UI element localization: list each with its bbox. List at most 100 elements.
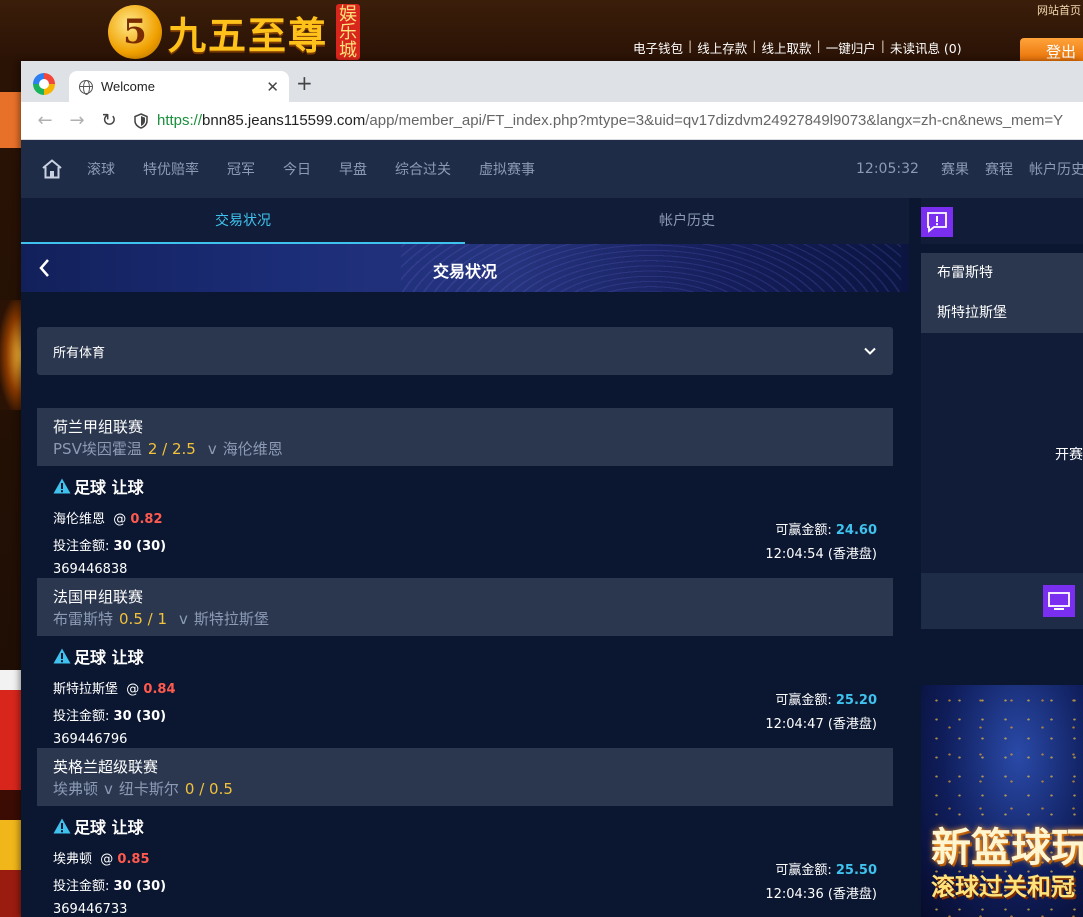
side-decoration [0,300,21,410]
vs-label: v [179,610,188,628]
selection-line: 海伦维恩 @ 0.82 [53,508,877,527]
win-label: 可赢金额: [775,863,832,878]
away-team: 纽卡斯尔 [118,780,179,798]
match-line: PSV埃因霍温 2 / 2.5 v 海伦维恩 [53,438,877,459]
side-strip [0,92,21,148]
selection-line: 斯特拉斯堡 @ 0.84 [53,678,877,697]
forward-arrow-icon[interactable]: → [63,110,91,131]
nav-special-odds[interactable]: 特优赔率 [129,159,213,179]
nav-today[interactable]: 今日 [269,159,325,179]
home-icon[interactable] [41,158,63,180]
bet-header: 法国甲组联赛 布雷斯特 0.5 / 1 v 斯特拉斯堡 [37,578,893,636]
market-title: 足球 让球 [53,814,877,838]
sub-tabs: 交易状况 帐户历史 [21,198,909,244]
link-messages[interactable]: 未读讯息 (0) [885,38,967,57]
market-title: 足球 让球 [53,644,877,668]
warning-icon [53,818,71,834]
chevron-down-icon [864,347,876,355]
bet-details: 足球 让球 埃弗顿 @ 0.85 投注金额: 30 (30) 369446733… [37,806,893,917]
account-links: 电子钱包 | 线上存款 | 线上取款 | 一键归户 | 未读讯息 (0) [628,38,967,57]
league-name: 英格兰超级联赛 [53,758,159,776]
shield-icon[interactable] [133,112,149,129]
bet-time: 12:04:47 (香港盘) [765,717,877,732]
browser-window: Welcome ✕ + ← → ↻ https://bnn85.jeans115… [21,61,1083,917]
sport-filter-select[interactable]: 所有体育 [37,327,893,375]
nav-inplay[interactable]: 滚球 [73,159,129,179]
new-tab-plus-icon[interactable]: + [296,73,313,93]
back-arrow-icon[interactable]: ← [31,110,59,131]
bet-id: 369446733 [53,902,128,917]
tab-open-bets[interactable]: 交易状况 [21,198,465,244]
handicap: 2 / 2.5 [147,440,196,458]
live-team-home[interactable]: 布雷斯特 [921,253,1083,293]
chat-alert-icon[interactable] [921,207,953,237]
odds-value: 0.84 [143,682,176,697]
away-team: 海伦维恩 [222,440,283,458]
win-line: 可赢金额: 25.50 [775,859,877,878]
link-one-click[interactable]: 一键归户 [821,38,881,57]
browser-logo-icon[interactable] [33,73,55,95]
close-icon[interactable]: ✕ [266,78,279,96]
top-nav: 滚球 特优赔率 冠军 今日 早盘 综合过关 虚拟赛事 12:05:32 赛果 赛… [21,140,1083,198]
stake-line: 投注金额: 30 (30) [53,705,877,724]
address-bar[interactable]: https://bnn85.jeans115599.com/app/member… [157,112,1063,129]
link-wallet[interactable]: 电子钱包 [628,38,688,57]
tab-title: Welcome [101,79,155,94]
url-host: bnn85.jeans115599.com [202,112,366,129]
selection-name: 埃弗顿 [53,852,93,867]
nav-virtual[interactable]: 虚拟赛事 [465,159,549,179]
away-team: 斯特拉斯堡 [193,610,269,628]
vs-label: v [207,440,217,458]
stake-label: 投注金额: [53,709,110,724]
url-path: /app/member_api/FT_index.php?mtype=3&uid… [365,112,1064,129]
link-deposit[interactable]: 线上存款 [692,38,752,57]
sportsbook-page: 滚球 特优赔率 冠军 今日 早盘 综合过关 虚拟赛事 12:05:32 赛果 赛… [21,140,1083,917]
odds-value: 0.82 [130,512,163,527]
bet-id: 369446838 [53,562,128,577]
clock: 12:05:32 [856,161,919,177]
stake-value: 30 (30) [113,539,167,554]
logo-mark: 5 [108,5,162,59]
nav-right: 赛果 赛程 帐户历史 [941,159,1083,179]
odds-value: 0.85 [117,852,150,867]
stake-line: 投注金额: 30 (30) [53,535,877,554]
logo-tag: 娱乐城 [336,4,361,60]
tab-account-history[interactable]: 帐户历史 [465,198,909,244]
handicap: 0.5 / 1 [119,610,168,628]
kickoff-text: 开赛 [1055,447,1083,463]
win-amount: 25.50 [835,863,877,878]
at-sign: @ [126,682,140,697]
site-logo[interactable]: 5 九五至尊 娱乐城 [108,4,361,60]
section-banner: 交易状况 [21,244,909,292]
nav-early[interactable]: 早盘 [325,159,381,179]
sidebar-header [921,198,1083,244]
tv-icon[interactable] [1043,585,1075,617]
win-line: 可赢金额: 24.60 [775,519,877,538]
link-withdraw[interactable]: 线上取款 [756,38,816,57]
bet-id: 369446796 [53,732,128,747]
stake-line: 投注金额: 30 (30) [53,875,877,894]
tab-welcome[interactable]: Welcome ✕ [69,71,289,102]
site-home-link[interactable]: 网站首页 [1037,2,1081,18]
selection-name: 海伦维恩 [53,512,106,527]
bet-time: 12:04:54 (香港盘) [765,547,877,562]
nav-results[interactable]: 赛果 [941,159,969,179]
nav-account-history[interactable]: 帐户历史 [1029,159,1083,179]
nav-outright[interactable]: 冠军 [213,159,269,179]
nav-schedule[interactable]: 赛程 [985,159,1013,179]
home-team: PSV埃因霍温 [53,440,142,458]
live-team-away[interactable]: 斯特拉斯堡 [921,293,1083,333]
nav-parlay[interactable]: 综合过关 [381,159,465,179]
promo-banner[interactable]: 新篮球玩 滚球过关和冠 [921,685,1083,917]
stake-value: 30 (30) [113,879,167,894]
market-name: 足球 让球 [74,818,144,837]
reload-icon[interactable]: ↻ [95,110,123,131]
live-match-teams: 布雷斯特 斯特拉斯堡 [921,253,1083,333]
side-promo-image [0,670,21,917]
win-amount: 25.20 [835,693,877,708]
sport-filter-value: 所有体育 [53,345,106,361]
promo-headline: 新篮球玩 [931,824,1083,871]
stake-label: 投注金额: [53,879,110,894]
stake-label: 投注金额: [53,539,110,554]
warning-icon [53,478,71,494]
